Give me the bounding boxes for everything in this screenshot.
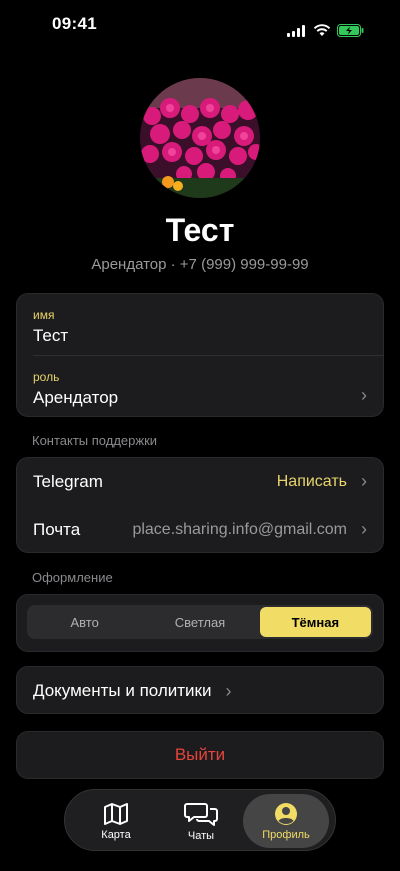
chevron-right-icon: › — [225, 680, 232, 701]
tab-profile-label: Профиль — [262, 828, 310, 841]
appearance-card: Авто Светлая Тёмная — [16, 594, 384, 652]
telegram-label: Telegram — [33, 472, 103, 491]
mail-row[interactable]: Почта place.sharing.info@gmail.com — [33, 506, 367, 554]
status-bar: 09:41 — [0, 0, 400, 44]
chevron-right-icon: › — [361, 385, 367, 405]
name-field[interactable]: имя Тест — [33, 308, 367, 346]
role-field-value: Арендатор — [33, 388, 119, 407]
documents-label: Документы и политики — [33, 681, 212, 700]
tab-profile[interactable]: Профиль — [243, 794, 329, 848]
chevron-right-icon: › — [361, 519, 367, 539]
tab-map-label: Карта — [101, 828, 131, 841]
chevron-right-icon: › — [361, 471, 367, 491]
profile-name: Тест — [165, 212, 235, 248]
avatar-photo — [140, 78, 260, 198]
appearance-section-title: Оформление — [32, 570, 113, 585]
role-field[interactable]: роль Арендатор — [33, 370, 367, 408]
role-field-label: роль — [33, 370, 60, 384]
mail-value[interactable]: place.sharing.info@gmail.com — [132, 521, 347, 539]
divider — [33, 355, 383, 356]
wifi-icon — [313, 24, 331, 36]
documents-button[interactable]: Документы и политики › — [16, 666, 384, 714]
telegram-action[interactable]: Написать — [277, 473, 347, 491]
logout-label: Выйти — [174, 745, 226, 764]
telegram-row[interactable]: Telegram Написать — [33, 458, 367, 506]
logout-button[interactable]: Выйти — [16, 731, 384, 779]
profile-subtitle: Арендатор · +7 (999) 999-99-99 — [91, 256, 309, 273]
theme-segmented-control: Авто Светлая Тёмная — [27, 605, 373, 639]
status-time: 09:41 — [52, 14, 97, 33]
avatar[interactable] — [140, 78, 260, 198]
documents-row: Документы и политики › — [33, 667, 367, 715]
status-icons — [287, 24, 364, 37]
tab-bar: Карта Чаты Профиль — [64, 789, 336, 851]
support-section-title: Контакты поддержки — [32, 433, 158, 448]
signal-icon — [287, 24, 305, 37]
name-field-value: Тест — [33, 326, 69, 345]
tab-chats-label: Чаты — [187, 829, 215, 842]
profile-info-card: имя Тест роль Арендатор › — [16, 293, 384, 417]
theme-option-dark[interactable]: Тёмная — [259, 607, 371, 637]
tab-chats[interactable]: Чаты — [158, 794, 244, 848]
profile-icon — [275, 802, 297, 825]
chat-icon — [184, 802, 218, 826]
battery-icon — [337, 24, 364, 37]
tab-map[interactable]: Карта — [73, 794, 159, 848]
support-contacts-card: Telegram Написать › Почта place.sharing.… — [16, 457, 384, 553]
name-field-label: имя — [33, 308, 55, 322]
theme-option-auto[interactable]: Авто — [29, 607, 140, 637]
theme-option-light[interactable]: Светлая — [144, 607, 255, 637]
map-icon — [104, 802, 128, 825]
mail-label: Почта — [33, 520, 81, 539]
